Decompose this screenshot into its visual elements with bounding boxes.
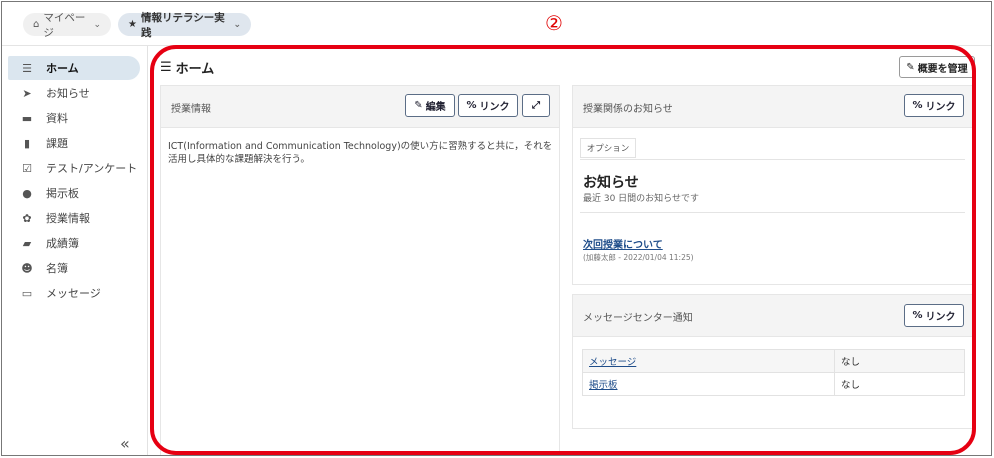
- option-tab[interactable]: オプション: [580, 138, 636, 158]
- course-info-title: 授業情報: [171, 104, 211, 115]
- edit-button-label: 編集: [425, 102, 446, 113]
- page-title-text: ホーム: [175, 62, 215, 77]
- link-button-label: リンク: [925, 312, 956, 323]
- sidebar-item-tests[interactable]: ☑ テスト/アンケート: [8, 156, 140, 180]
- sidebar-item-label: お知らせ: [46, 87, 90, 100]
- message-center-title: メッセージセンター通知: [583, 313, 693, 324]
- mypage-label: マイページ: [43, 11, 86, 39]
- sidebar-item-course-info[interactable]: ✿ 授業情報: [8, 206, 140, 230]
- link-icon: %: [912, 100, 923, 111]
- notices-link-button[interactable]: % リンク: [904, 94, 964, 117]
- manage-overview-label: 概要を管理: [917, 63, 968, 75]
- expand-icon: ⤢: [532, 100, 540, 111]
- table-cell: メッセージ: [582, 349, 835, 373]
- divider: [580, 212, 965, 213]
- edit-button[interactable]: ✎ 編集: [405, 94, 455, 117]
- notice-item-link[interactable]: 次回授業について: [583, 236, 663, 251]
- manage-overview-button[interactable]: ✎ 概要を管理: [899, 56, 975, 78]
- notices-heading: お知らせ: [583, 175, 639, 191]
- mypage-dropdown[interactable]: ⌂ マイページ ⌄: [23, 12, 111, 39]
- comments-icon: ●: [22, 186, 32, 200]
- file-icon: ▮: [23, 136, 31, 150]
- course-info-link-button[interactable]: % リンク: [458, 94, 518, 117]
- chevron-down-icon: ⌄: [233, 19, 241, 30]
- sidebar-item-gradebook[interactable]: ▰ 成績簿: [8, 231, 140, 255]
- sidebar-item-label: ホーム: [46, 62, 79, 75]
- sidebar-item-label: メッセージ: [46, 287, 101, 300]
- course-dropdown[interactable]: ★ 情報リテラシー実践 ⌄: [118, 12, 251, 39]
- link-icon: %: [466, 100, 477, 111]
- table-cell-value: なし: [834, 372, 965, 396]
- list-icon: ☰: [160, 60, 172, 75]
- notices-subheading: 最近 30 日間のお知らせです: [583, 194, 699, 204]
- course-info-text: ICT(Information and Communication Techno…: [168, 141, 553, 165]
- notices-title: 授業関係のお知らせ: [583, 104, 673, 115]
- message-center-table: メッセージ なし 掲示板 なし: [582, 349, 965, 396]
- pencil-icon: ✎: [906, 61, 915, 73]
- gear-icon: ✿: [22, 211, 32, 225]
- sidebar-item-label: テスト/アンケート: [46, 162, 138, 175]
- table-cell: 掲示板: [582, 372, 835, 396]
- app-frame: ⌂ マイページ ⌄ ★ 情報リテラシー実践 ⌄ ② ☰ ホーム ➤ お知らせ ▬…: [1, 1, 992, 456]
- sidebar-item-label: 掲示板: [46, 187, 79, 200]
- sidebar-item-label: 成績簿: [46, 237, 79, 250]
- messages-link[interactable]: メッセージ: [589, 357, 636, 368]
- chevron-down-icon: ⌄: [93, 19, 101, 30]
- sidebar-item-roster[interactable]: ☻ 名簿: [8, 256, 140, 280]
- monitor-icon: ▭: [21, 286, 33, 300]
- sidebar: ☰ ホーム ➤ お知らせ ▬ 資料 ▮ 課題 ☑ テスト/アンケート ● 掲示板…: [2, 46, 148, 455]
- sidebar-item-label: 名簿: [46, 262, 68, 275]
- sidebar-item-assignments[interactable]: ▮ 課題: [8, 131, 140, 155]
- link-button-label: リンク: [479, 102, 510, 113]
- sidebar-item-forum[interactable]: ● 掲示板: [8, 181, 140, 205]
- sidebar-item-label: 課題: [46, 137, 68, 150]
- link-button-label: リンク: [925, 102, 956, 113]
- table-cell-value: なし: [834, 349, 965, 373]
- star-icon: ★: [128, 19, 137, 30]
- folder-icon: ▬: [21, 111, 33, 125]
- sidebar-item-materials[interactable]: ▬ 資料: [8, 106, 140, 130]
- sidebar-item-label: 授業情報: [46, 212, 90, 225]
- sidebar-collapse-button[interactable]: «: [120, 434, 130, 453]
- table-row: メッセージ なし: [582, 349, 965, 373]
- table-row: 掲示板 なし: [582, 372, 965, 396]
- sidebar-item-messages[interactable]: ▭ メッセージ: [8, 281, 140, 305]
- course-label: 情報リテラシー実践: [140, 11, 225, 39]
- top-bar: ⌂ マイページ ⌄ ★ 情報リテラシー実践 ⌄ ②: [2, 2, 991, 46]
- home-icon: ⌂: [33, 19, 40, 30]
- checkbox-icon: ☑: [22, 161, 32, 175]
- sidebar-item-label: 資料: [46, 112, 68, 125]
- sidebar-item-announcements[interactable]: ➤ お知らせ: [8, 81, 140, 105]
- expand-button[interactable]: ⤢: [522, 94, 550, 117]
- book-icon: ▰: [22, 236, 32, 250]
- link-icon: %: [912, 310, 923, 321]
- annotation-number: ②: [545, 11, 563, 35]
- megaphone-icon: ➤: [22, 86, 32, 100]
- page-title: ☰ ホーム: [160, 58, 214, 77]
- list-icon: ☰: [22, 61, 32, 75]
- divider: [580, 159, 965, 160]
- message-center-link-button[interactable]: % リンク: [904, 304, 964, 327]
- sidebar-item-home[interactable]: ☰ ホーム: [8, 56, 140, 80]
- forum-link[interactable]: 掲示板: [589, 380, 618, 391]
- pencil-icon: ✎: [414, 100, 423, 111]
- users-icon: ☻: [21, 261, 33, 275]
- notice-item-meta: (加藤太郎 - 2022/01/04 11:25): [583, 253, 694, 262]
